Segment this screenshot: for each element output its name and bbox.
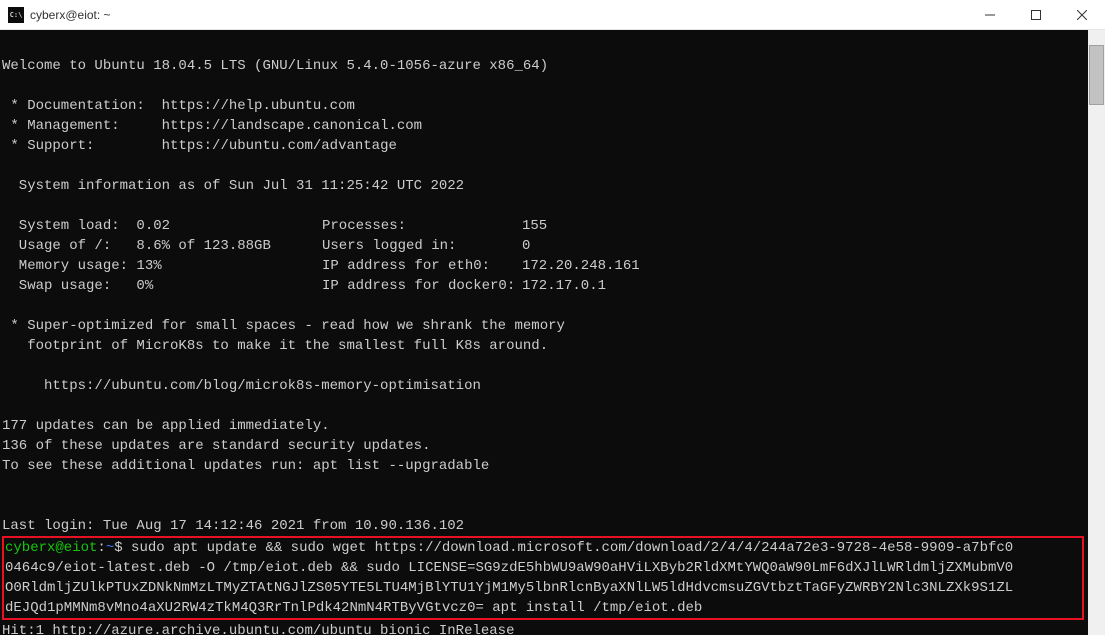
- maximize-button[interactable]: [1013, 0, 1059, 29]
- terminal-line: * Super-optimized for small spaces - rea…: [2, 318, 565, 334]
- command-text: O0RldmljZUlkPTUxZDNkNmMzLTMyZTAtNGJlZS05…: [5, 580, 1013, 596]
- terminal-line: Swap usage: 0%IP address for docker0:172…: [2, 278, 606, 294]
- terminal-line: Last login: Tue Aug 17 14:12:46 2021 fro…: [2, 518, 464, 534]
- close-icon: [1077, 10, 1087, 20]
- terminal-line: * Management: https://landscape.canonica…: [2, 118, 422, 134]
- scroll-thumb[interactable]: [1089, 45, 1104, 105]
- terminal-line: Memory usage: 13%IP address for eth0:172…: [2, 258, 640, 274]
- terminal-line: System load: 0.02Processes:155: [2, 218, 547, 234]
- close-button[interactable]: [1059, 0, 1105, 29]
- terminal-line: System information as of Sun Jul 31 11:2…: [2, 178, 464, 194]
- window-titlebar: C:\ cyberx@eiot: ~: [0, 0, 1105, 30]
- prompt: cyberx@eiot:~$: [5, 540, 131, 556]
- terminal-line: Hit:1 http://azure.archive.ubuntu.com/ub…: [2, 623, 514, 635]
- terminal-line: To see these additional updates run: apt…: [2, 458, 489, 474]
- terminal-line: 136 of these updates are standard securi…: [2, 438, 430, 454]
- minimize-button[interactable]: [967, 0, 1013, 29]
- terminal-line: footprint of MicroK8s to make it the sma…: [2, 338, 548, 354]
- terminal-line: https://ubuntu.com/blog/microk8s-memory-…: [2, 378, 481, 394]
- terminal-line: * Documentation: https://help.ubuntu.com: [2, 98, 355, 114]
- terminal-line: Usage of /: 8.6% of 123.88GBUsers logged…: [2, 238, 530, 254]
- command-text: sudo apt update && sudo wget https://dow…: [131, 540, 1013, 556]
- terminal-output[interactable]: Welcome to Ubuntu 18.04.5 LTS (GNU/Linux…: [0, 30, 1088, 635]
- vertical-scrollbar[interactable]: [1088, 30, 1105, 635]
- command-text: dEJQd1pMMNm8vMno4aXU2RW4zTkM4Q3RrTnlPdk4…: [5, 600, 702, 616]
- terminal-line: * Support: https://ubuntu.com/advantage: [2, 138, 397, 154]
- minimize-icon: [985, 10, 995, 20]
- window-title: cyberx@eiot: ~: [30, 8, 111, 22]
- terminal-line: 177 updates can be applied immediately.: [2, 418, 330, 434]
- command-text: 0464c9/eiot-latest.deb -O /tmp/eiot.deb …: [5, 560, 1013, 576]
- maximize-icon: [1031, 10, 1041, 20]
- terminal-icon: C:\: [8, 7, 24, 23]
- window-controls: [967, 0, 1105, 29]
- terminal-line: Welcome to Ubuntu 18.04.5 LTS (GNU/Linux…: [2, 58, 548, 74]
- command-highlight: cyberx@eiot:~$ sudo apt update && sudo w…: [2, 536, 1084, 620]
